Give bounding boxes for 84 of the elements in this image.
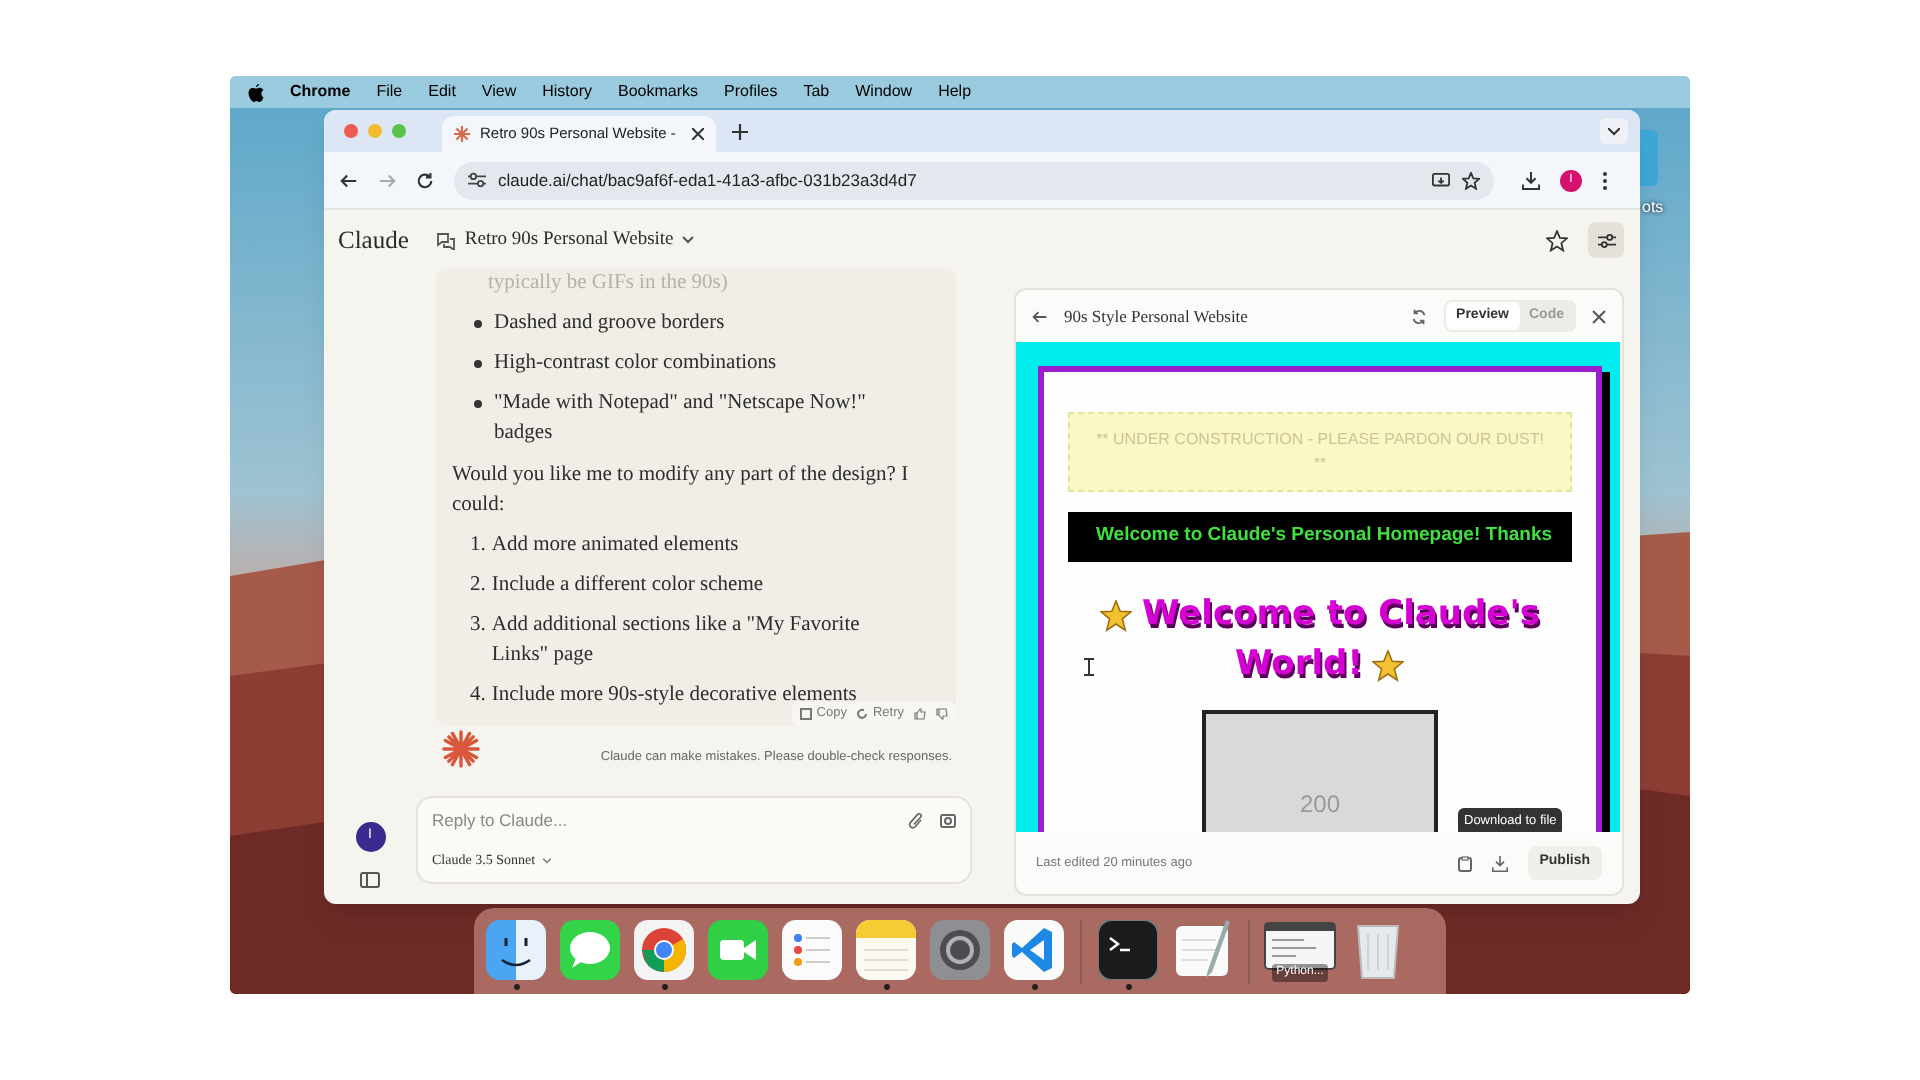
install-app-icon[interactable] [1432, 171, 1450, 189]
menu-item[interactable]: Edit [428, 80, 456, 104]
list-number: 4. [470, 682, 486, 710]
menu-icon[interactable] [1602, 171, 1608, 189]
star-icon[interactable] [1546, 229, 1568, 251]
close-icon[interactable] [1592, 309, 1606, 323]
bullet-icon [474, 320, 482, 328]
list-item-text: Include more 90s-style decorative elements [491, 682, 859, 707]
brand-name[interactable]: Claude [338, 221, 409, 259]
menu-item[interactable]: Help [938, 80, 972, 104]
bullet-text: "Made with Notepad" and "Netscape Now!" badges [494, 390, 868, 448]
download-icon[interactable] [1522, 171, 1540, 189]
asterisk-icon [454, 126, 470, 142]
close-window-button[interactable] [344, 124, 358, 138]
list-item-text: Add more animated elements [491, 532, 741, 560]
notepad-icon[interactable] [856, 919, 916, 979]
bullet-icon [474, 360, 482, 368]
menu-item[interactable]: View [481, 80, 517, 104]
speech-bubble-icon[interactable] [560, 919, 620, 979]
menu-item[interactable]: History [542, 80, 593, 104]
tab-list-button[interactable] [1600, 118, 1628, 144]
close-icon[interactable] [692, 128, 704, 140]
chevron-down-icon [681, 236, 694, 244]
bookmark-star-icon[interactable] [1462, 171, 1480, 189]
address-bar[interactable]: claude.ai/chat/bac9af6f-eda1-41a3-afbc-031b23a3d4d7 [454, 161, 1494, 199]
faded-text-line: typically be GIFs in the 90s) [486, 270, 730, 298]
back-icon[interactable] [1032, 309, 1048, 323]
thumbs-down-icon[interactable] [936, 708, 948, 720]
window-thumbnail-icon[interactable] [1264, 921, 1336, 969]
paperclip-icon[interactable] [908, 811, 924, 830]
chat-title-button[interactable]: Retro 90s Personal Website [436, 225, 694, 255]
settings-button[interactable] [1588, 222, 1624, 258]
list-item-text: Include a different color scheme [491, 572, 766, 600]
text-cursor-icon [1084, 658, 1094, 676]
star-icon [1372, 649, 1405, 681]
camera-icon[interactable] [940, 812, 956, 829]
list-number: 3. [470, 612, 486, 640]
asterisk-logo-icon [442, 730, 480, 768]
download-icon[interactable] [1491, 855, 1508, 871]
thumbs-up-icon[interactable] [914, 708, 926, 720]
checklist-icon[interactable] [782, 919, 842, 979]
menu-item[interactable]: Window [855, 80, 913, 104]
menu-item[interactable]: Bookmarks [618, 80, 699, 104]
sidebar-icon[interactable] [360, 872, 380, 888]
chat-bubbles-icon [436, 231, 457, 249]
site-settings-icon[interactable] [468, 172, 486, 188]
bullet-text: Dashed and groove borders [494, 310, 727, 338]
marquee-text: Welcome to Claude's Personal Homepage! Thanks [1096, 522, 1553, 551]
refresh-icon[interactable] [1410, 307, 1429, 325]
sliders-icon [1597, 231, 1615, 249]
menu-item[interactable]: File [376, 80, 403, 104]
chevron-down-icon [541, 857, 552, 863]
artifact-title: 90s Style Personal Website [1064, 303, 1250, 329]
bullet-text: High-contrast color combinations [494, 350, 779, 378]
menu-item[interactable]: Tab [803, 80, 830, 104]
bullet-icon [474, 400, 482, 408]
pen-and-paper-icon[interactable] [1172, 919, 1232, 979]
chevron-down-icon [1608, 127, 1620, 135]
reload-icon[interactable] [416, 171, 434, 189]
video-camera-icon[interactable] [708, 919, 768, 979]
chrome-logo-icon[interactable] [634, 919, 694, 979]
construction-notice: ** UNDER CONSTRUCTION - PLEASE PARDON OUR DUST! ** [1068, 412, 1572, 492]
code-editor-icon[interactable] [1004, 919, 1064, 979]
list-number: 1. [470, 532, 486, 560]
copy-icon[interactable] [1457, 855, 1472, 871]
url-text: claude.ai/chat/bac9af6f-eda1-41a3-afbc-031b23a3d4d7 [498, 167, 919, 193]
message-paragraph: Would you like me to modify any part of the design? I could: [452, 462, 911, 520]
page-heading: World! [1235, 642, 1363, 688]
finder-icon[interactable] [486, 919, 546, 979]
terminal-icon[interactable] [1098, 919, 1158, 979]
image-size-label: 200 [1299, 788, 1341, 822]
menu-item[interactable]: Profiles [724, 80, 778, 104]
list-item-text: Add additional sections like a "My Favorite Links" page [491, 612, 862, 670]
retry-icon [856, 708, 869, 720]
reply-field[interactable]: Reply to Claude... [432, 808, 892, 834]
back-icon[interactable] [340, 171, 358, 189]
apple-logo-icon[interactable] [248, 83, 264, 101]
page-heading: Welcome to Claude's [1141, 592, 1541, 638]
gear-icon[interactable] [930, 919, 990, 979]
menu-app-name[interactable]: Chrome [290, 80, 351, 104]
new-tab-icon[interactable] [732, 123, 748, 139]
list-number: 2. [470, 572, 486, 600]
star-icon [1099, 599, 1132, 631]
copy-icon [800, 708, 813, 720]
